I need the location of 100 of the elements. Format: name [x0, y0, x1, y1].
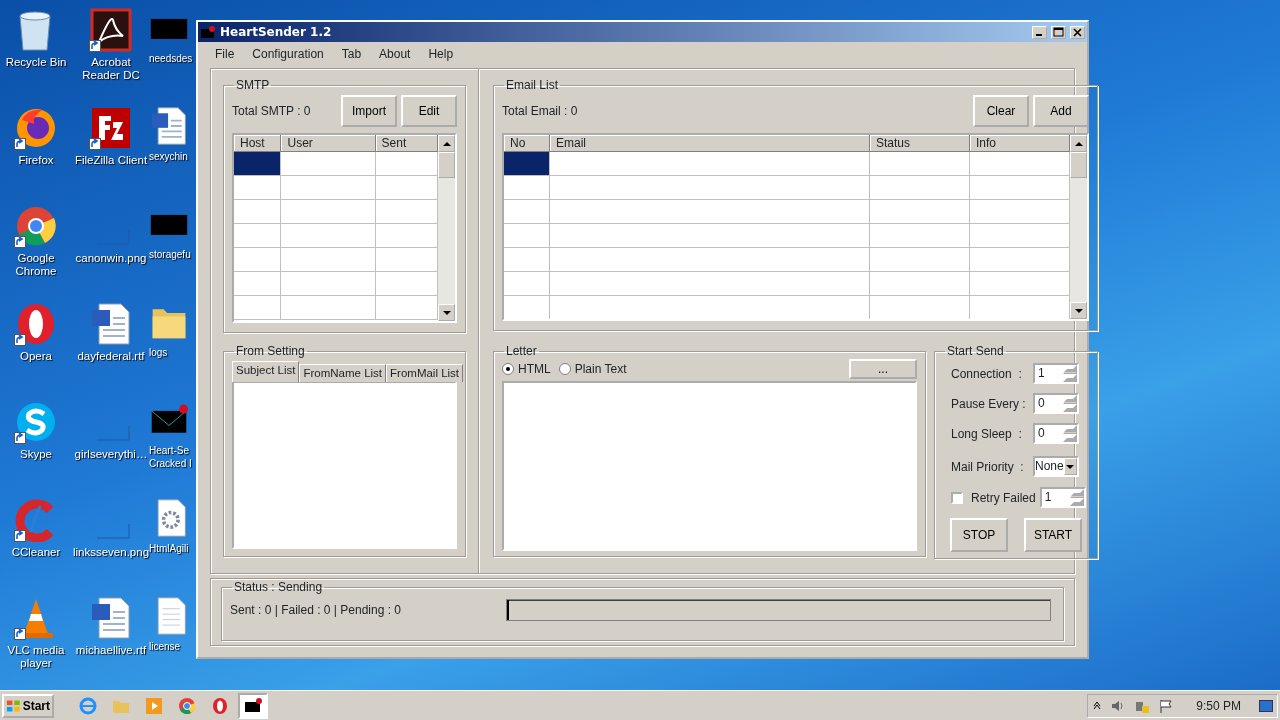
table-cell[interactable]: [550, 200, 870, 224]
column-header[interactable]: No: [504, 135, 550, 152]
icon-label[interactable]: Heart-Se Cracked I: [149, 444, 192, 470]
menu-item[interactable]: File: [206, 45, 244, 63]
number-spinner[interactable]: 0: [1033, 423, 1079, 444]
word-document-icon[interactable]: [149, 106, 189, 146]
table-cell[interactable]: [550, 248, 870, 272]
dropdown[interactable]: None: [1033, 456, 1079, 477]
show-desktop-icon[interactable]: [1259, 699, 1273, 712]
number-spinner[interactable]: 1: [1033, 363, 1079, 384]
table-cell[interactable]: [234, 248, 282, 272]
opera-icon[interactable]: [210, 695, 230, 716]
menu-item[interactable]: Tab: [332, 45, 371, 63]
column-header[interactable]: Sent: [375, 135, 438, 152]
table-cell[interactable]: [504, 248, 550, 272]
icon-label[interactable]: Acrobat Reader DC: [73, 56, 149, 82]
icon-label[interactable]: VLC media player: [0, 644, 74, 670]
word-document-icon[interactable]: [89, 302, 133, 346]
pdf-icon[interactable]: [89, 8, 133, 52]
table-cell[interactable]: [281, 152, 376, 176]
table-cell[interactable]: [234, 152, 282, 176]
icon-label[interactable]: Skype: [20, 448, 52, 461]
clock[interactable]: 9:50 PM: [1196, 696, 1241, 715]
table-cell[interactable]: [550, 152, 870, 176]
tab[interactable]: FromName List: [299, 364, 387, 382]
icon-label[interactable]: Google Chrome: [0, 252, 74, 278]
toolbar-button[interactable]: Import: [341, 95, 397, 127]
radio-option[interactable]: Plain Text: [558, 360, 627, 378]
number-spinner[interactable]: 0: [1033, 393, 1079, 414]
icon-label[interactable]: girlseverythi…: [74, 448, 148, 461]
table-cell[interactable]: [504, 152, 550, 176]
number-spinner[interactable]: 1: [1039, 487, 1086, 508]
icon-label[interactable]: Recycle Bin: [5, 56, 67, 69]
media-player-icon[interactable]: [144, 695, 164, 716]
table-cell[interactable]: [504, 224, 550, 248]
table-cell[interactable]: [234, 224, 282, 248]
flag-icon[interactable]: [1158, 697, 1175, 714]
taskbar-button[interactable]: [238, 692, 268, 719]
column-header[interactable]: Host: [234, 135, 282, 152]
radio-option[interactable]: HTML: [502, 360, 551, 378]
action-button[interactable]: STOP: [950, 518, 1008, 552]
column-header[interactable]: User: [281, 135, 376, 152]
table-cell[interactable]: [504, 272, 550, 296]
tab[interactable]: FromMail List: [386, 364, 464, 382]
scrollbar[interactable]: [438, 135, 455, 321]
browse-button[interactable]: ...: [849, 359, 917, 379]
table-cell[interactable]: [234, 176, 282, 200]
table-cell[interactable]: [281, 224, 376, 248]
icon-label[interactable]: CCleaner: [11, 546, 61, 559]
icon-label[interactable]: storagefu: [149, 248, 191, 261]
close-button[interactable]: [1070, 25, 1085, 39]
start-button[interactable]: Start: [2, 693, 54, 718]
browser-icon[interactable]: [78, 695, 98, 716]
tab[interactable]: Subject List: [232, 361, 300, 382]
toolbar-button[interactable]: Edit: [401, 95, 457, 127]
chrome-icon[interactable]: [177, 695, 197, 716]
table-cell[interactable]: [281, 296, 376, 320]
chrome-icon[interactable]: [14, 204, 58, 248]
show-hidden-icons-icon[interactable]: [1092, 700, 1103, 711]
minimize-button[interactable]: [1032, 25, 1047, 39]
menu-item[interactable]: About: [370, 45, 420, 63]
icon-label[interactable]: FileZilla Client: [74, 154, 148, 167]
icon-label[interactable]: HtmlAgili: [149, 542, 189, 555]
checkbox[interactable]: [951, 491, 963, 504]
table-cell[interactable]: [234, 272, 282, 296]
icon-label[interactable]: dayfederal.rtf: [77, 350, 145, 363]
table-cell[interactable]: [550, 224, 870, 248]
table-cell[interactable]: [504, 200, 550, 224]
icon-label[interactable]: needsdes: [149, 52, 193, 65]
icon-label[interactable]: sexychin: [149, 150, 188, 163]
table-cell[interactable]: [870, 152, 970, 176]
icon-label[interactable]: logs: [149, 346, 168, 359]
menu-item[interactable]: Help: [419, 45, 463, 63]
table-cell[interactable]: [870, 248, 970, 272]
column-header[interactable]: Status: [870, 135, 970, 152]
table-cell[interactable]: [550, 176, 870, 200]
column-header[interactable]: Email: [550, 135, 870, 152]
table-cell[interactable]: [870, 272, 970, 296]
text-area[interactable]: [502, 381, 917, 551]
firefox-icon[interactable]: [14, 106, 58, 150]
menu-item[interactable]: Configuration: [243, 45, 333, 63]
icon-label[interactable]: linksseven.png: [72, 546, 150, 559]
column-header[interactable]: Info: [970, 135, 1070, 152]
icon-label[interactable]: Opera: [20, 350, 52, 363]
table-cell[interactable]: [870, 224, 970, 248]
table-cell[interactable]: [234, 296, 282, 320]
table-cell[interactable]: [234, 200, 282, 224]
skype-icon[interactable]: [14, 400, 58, 444]
scrollbar[interactable]: [1070, 135, 1087, 319]
filezilla-icon[interactable]: [89, 106, 133, 150]
table-cell[interactable]: [550, 272, 870, 296]
action-button[interactable]: START: [1024, 518, 1082, 552]
table-cell[interactable]: [281, 176, 376, 200]
word-document-icon[interactable]: [89, 596, 133, 640]
maximize-button[interactable]: [1051, 25, 1066, 39]
table-cell[interactable]: [281, 200, 376, 224]
icon-label[interactable]: canonwin.png: [75, 252, 147, 265]
toolbar-button[interactable]: Clear: [973, 95, 1029, 127]
toolbar-button[interactable]: Add: [1033, 95, 1089, 127]
icon-label[interactable]: Firefox: [18, 154, 54, 167]
